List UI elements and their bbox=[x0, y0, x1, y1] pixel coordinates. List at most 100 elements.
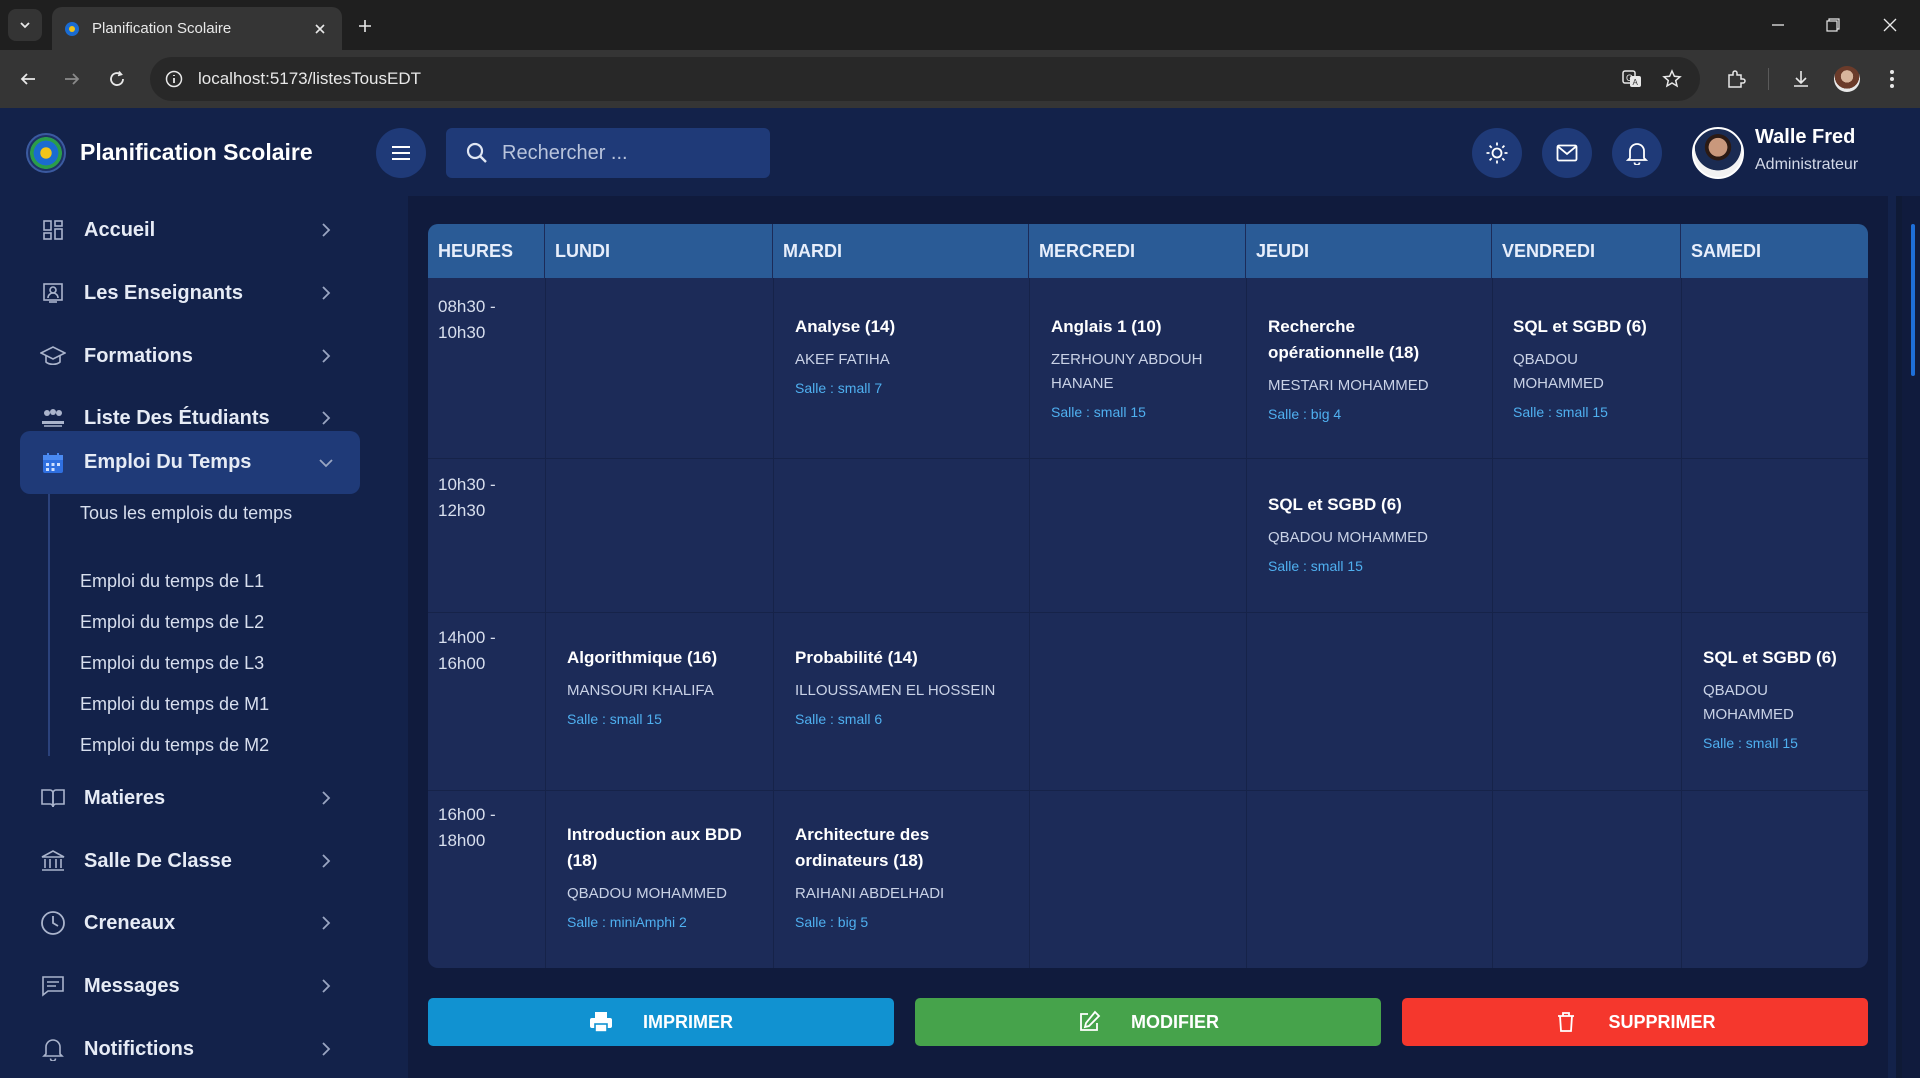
print-button[interactable]: IMPRIMER bbox=[428, 998, 894, 1046]
grid-line bbox=[1681, 278, 1682, 968]
time-slot-1: 08h30 - 10h30 bbox=[438, 294, 518, 346]
students-icon bbox=[38, 403, 68, 433]
clock-icon bbox=[38, 908, 68, 938]
teacher-name: QBADOU MOHAMMED bbox=[1703, 682, 1794, 723]
grid-line bbox=[773, 278, 774, 968]
site-info-icon[interactable] bbox=[164, 69, 184, 89]
room-label: Salle : small 15 bbox=[1051, 404, 1146, 420]
forward-icon[interactable] bbox=[58, 65, 86, 93]
restore-icon[interactable] bbox=[1813, 10, 1853, 40]
time-slot-2: 10h30 - 12h30 bbox=[438, 472, 518, 524]
session-cell[interactable]: Probabilité (14) ILLOUSSAMEN EL HOSSEIN … bbox=[795, 645, 1025, 729]
room-label: Salle : small 7 bbox=[795, 380, 883, 396]
room-label: Salle : small 15 bbox=[567, 711, 662, 727]
reload-icon[interactable] bbox=[103, 65, 131, 93]
time-start: 10h30 - bbox=[438, 475, 496, 494]
delete-button[interactable]: SUPPRIMER bbox=[1402, 998, 1868, 1046]
teacher-name: ILLOUSSAMEN EL HOSSEIN bbox=[795, 682, 996, 699]
session-cell[interactable]: SQL et SGBD (6) QBADOU MOHAMMED Salle : … bbox=[1703, 645, 1853, 753]
teacher-name: QBADOU MOHAMMED bbox=[567, 885, 728, 902]
time-end: 18h00 bbox=[438, 831, 486, 850]
submenu-emploi-l3[interactable]: Emploi du temps de L3 bbox=[80, 650, 320, 676]
teacher-name: QBADOU MOHAMMED bbox=[1513, 351, 1604, 392]
teacher-name: QBADOU MOHAMMED bbox=[1268, 529, 1429, 546]
session-cell[interactable]: Introduction aux BDD (18) QBADOU MOHAMME… bbox=[567, 822, 762, 932]
extensions-icon[interactable] bbox=[1721, 64, 1751, 94]
profile-avatar-icon[interactable] bbox=[1832, 64, 1862, 94]
submenu-guide-line bbox=[48, 494, 50, 756]
sidebar-item-creneaux[interactable]: Creneaux bbox=[20, 893, 360, 953]
sidebar-item-matieres[interactable]: Matieres bbox=[20, 768, 360, 828]
url-text: localhost:5173/listesTousEDT bbox=[198, 69, 422, 88]
tab-close-icon[interactable] bbox=[310, 19, 330, 39]
minimize-icon[interactable] bbox=[1758, 10, 1798, 40]
session-cell[interactable]: SQL et SGBD (6) QBADOU MOHAMMED Salle : … bbox=[1513, 314, 1663, 422]
column-header-heures: HEURES bbox=[428, 224, 545, 278]
session-cell[interactable]: Anglais 1 (10) ZERHOUNY ABDOUH HANANE Sa… bbox=[1051, 314, 1231, 422]
menu-toggle-button[interactable] bbox=[376, 128, 426, 178]
sidebar-item-messages[interactable]: Messages bbox=[20, 956, 360, 1016]
course-name: Recherche opérationnelle (18) bbox=[1268, 317, 1420, 362]
back-icon[interactable] bbox=[14, 65, 42, 93]
sidebar-item-formations[interactable]: Formations bbox=[20, 326, 360, 386]
mail-button[interactable] bbox=[1542, 128, 1592, 178]
time-start: 14h00 - bbox=[438, 628, 496, 647]
session-cell[interactable]: Architecture des ordinateurs (18) RAIHAN… bbox=[795, 822, 975, 932]
theme-toggle-button[interactable] bbox=[1472, 128, 1522, 178]
timetable: HEURES LUNDI MARDI MERCREDI JEUDI VENDRE… bbox=[428, 224, 1868, 968]
browser-tab[interactable]: Planification Scolaire bbox=[52, 7, 342, 50]
tab-search-button[interactable] bbox=[8, 9, 42, 41]
user-avatar[interactable] bbox=[1692, 127, 1744, 179]
site-favicon-icon bbox=[64, 21, 80, 37]
submenu-emploi-l1[interactable]: Emploi du temps de L1 bbox=[80, 568, 320, 594]
time-start: 16h00 - bbox=[438, 805, 496, 824]
translate-icon[interactable]: GA bbox=[1617, 64, 1647, 94]
sidebar-item-label: Emploi Du Temps bbox=[84, 451, 252, 473]
sidebar-item-notifictions[interactable]: Notifictions bbox=[20, 1019, 360, 1078]
bell-icon bbox=[38, 1034, 68, 1064]
user-role: Administrateur bbox=[1755, 156, 1859, 173]
time-end: 10h30 bbox=[438, 323, 486, 342]
app-title: Planification Scolaire bbox=[80, 139, 313, 165]
room-label: Salle : big 4 bbox=[1268, 406, 1342, 422]
download-icon[interactable] bbox=[1786, 64, 1816, 94]
submenu-emploi-l2[interactable]: Emploi du temps de L2 bbox=[80, 609, 320, 635]
grid-line bbox=[1246, 278, 1247, 968]
book-icon bbox=[38, 783, 68, 813]
scrollbar-thumb[interactable] bbox=[1911, 224, 1915, 376]
column-header-mardi: MARDI bbox=[773, 224, 1029, 278]
sidebar-item-label: Messages bbox=[84, 974, 180, 997]
sidebar-item-enseignants[interactable]: Les Enseignants bbox=[20, 263, 360, 323]
tab-title: Planification Scolaire bbox=[92, 20, 232, 37]
column-header-mercredi: MERCREDI bbox=[1029, 224, 1246, 278]
chevron-right-icon bbox=[316, 220, 336, 240]
sidebar-item-accueil[interactable]: Accueil bbox=[20, 200, 360, 260]
notification-button[interactable] bbox=[1612, 128, 1662, 178]
session-cell[interactable]: Analyse (14) AKEF FATIHA Salle : small 7 bbox=[795, 314, 1005, 398]
chevron-down-icon bbox=[20, 22, 30, 29]
sidebar-item-label: Liste Des Étudiants bbox=[84, 406, 270, 429]
course-name: Anglais 1 (10) bbox=[1051, 317, 1162, 336]
printer-icon bbox=[589, 1010, 613, 1034]
column-header-vendredi: VENDREDI bbox=[1492, 224, 1681, 278]
dashboard-icon bbox=[38, 215, 68, 245]
course-name: Analyse (14) bbox=[795, 317, 896, 336]
submenu-emploi-m1[interactable]: Emploi du temps de M1 bbox=[80, 691, 320, 717]
sidebar-item-label: Formations bbox=[84, 344, 193, 367]
session-cell[interactable]: Recherche opérationnelle (18) MESTARI MO… bbox=[1268, 314, 1458, 424]
edit-button[interactable]: MODIFIER bbox=[915, 998, 1381, 1046]
submenu-tous-emplois[interactable]: Tous les emplois du temps bbox=[80, 500, 320, 526]
sidebar-item-salle-de-classe[interactable]: Salle De Classe bbox=[20, 831, 360, 891]
more-menu-icon[interactable] bbox=[1877, 64, 1907, 94]
session-cell[interactable]: Algorithmique (16) MANSOURI KHALIFA Sall… bbox=[567, 645, 767, 729]
search-box[interactable] bbox=[446, 128, 770, 178]
search-input[interactable] bbox=[502, 141, 752, 165]
sidebar-item-emploi-du-temps[interactable]: Emploi Du Temps bbox=[20, 431, 360, 494]
submenu-emploi-m2[interactable]: Emploi du temps de M2 bbox=[80, 732, 320, 758]
session-cell[interactable]: SQL et SGBD (6) QBADOU MOHAMMED Salle : … bbox=[1268, 492, 1478, 576]
bookmark-star-icon[interactable] bbox=[1657, 64, 1687, 94]
new-tab-icon[interactable] bbox=[352, 13, 378, 39]
address-bar[interactable]: localhost:5173/listesTousEDT bbox=[150, 57, 1700, 101]
chevron-right-icon bbox=[316, 283, 336, 303]
close-window-icon[interactable] bbox=[1870, 10, 1910, 40]
